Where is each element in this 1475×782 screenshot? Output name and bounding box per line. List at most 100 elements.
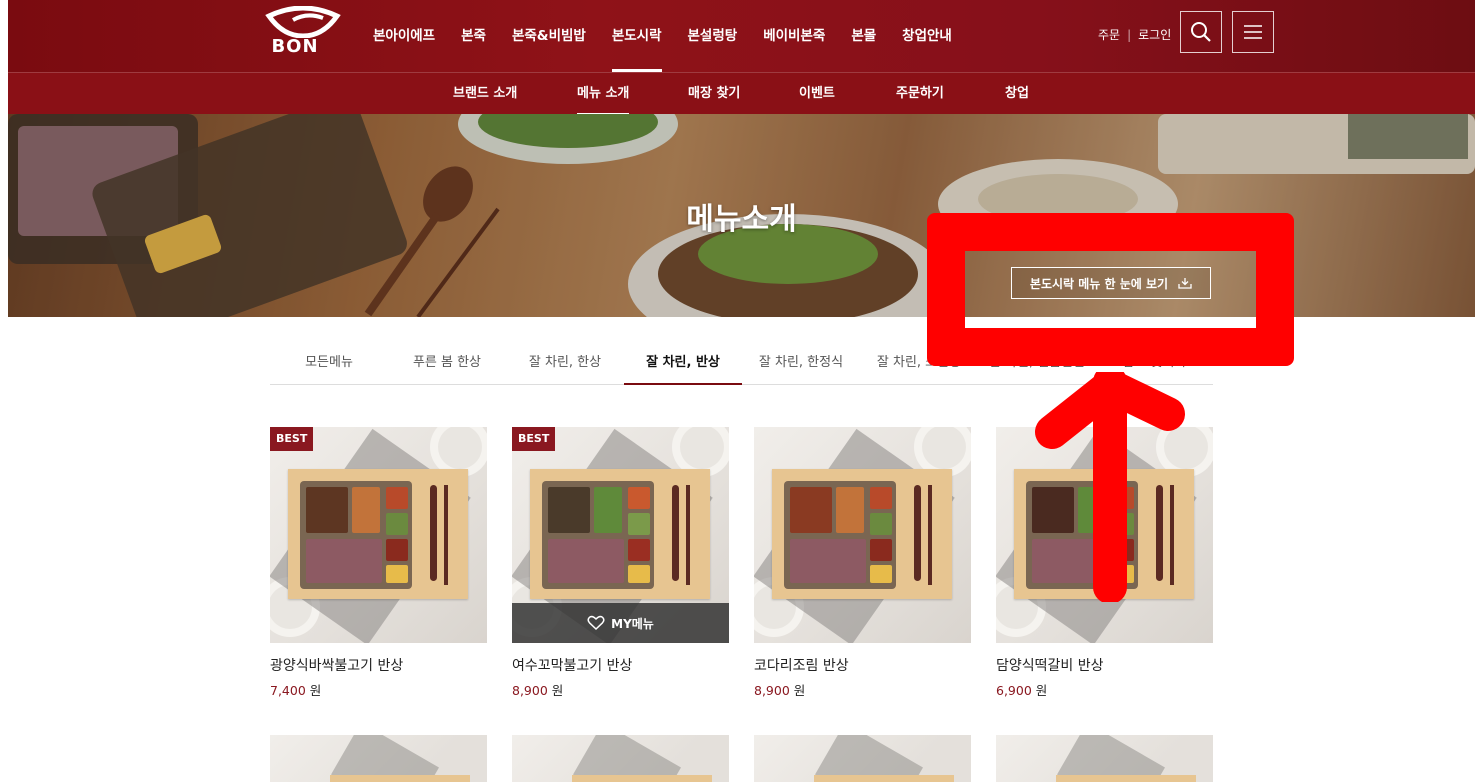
- product-name[interactable]: 코다리조림 반상: [754, 655, 971, 675]
- lunchbox: [542, 481, 654, 589]
- product-price: 8,900 원: [754, 680, 971, 699]
- tab-spring[interactable]: 푸른 봄 한상: [388, 340, 506, 384]
- product-price: 7,400 원: [270, 680, 487, 699]
- utility-links: 주문 | 로그인: [1098, 26, 1171, 43]
- food-cell: [870, 487, 892, 509]
- lunchbox-tray: [814, 775, 954, 782]
- sub-nav-franchise[interactable]: 창업: [1005, 73, 1029, 115]
- lunchbox-tray: [288, 469, 468, 599]
- food-cell: [836, 487, 864, 533]
- lunchbox-tray: [330, 775, 470, 782]
- tab-hanjeongsik[interactable]: 잘 차린, 한정식: [742, 340, 860, 384]
- search-button[interactable]: [1180, 11, 1222, 53]
- product-card-partial[interactable]: [512, 735, 729, 782]
- lunchbox-tray: [572, 775, 712, 782]
- hamburger-menu-icon: [1244, 25, 1262, 39]
- product-card[interactable]: 코다리조림 반상 8,900 원: [754, 427, 971, 699]
- annotation-arrow-icon: [1035, 372, 1185, 602]
- price-value: 7,400: [270, 683, 306, 698]
- product-card[interactable]: BEST 광양식바싹불고기 반상 7,400 원: [270, 427, 487, 699]
- rice-cell: [548, 539, 624, 583]
- gnb-item-bonjuk-bibimbap[interactable]: 본죽&비빔밥: [499, 0, 599, 72]
- my-menu-button[interactable]: MY메뉴: [512, 603, 729, 643]
- top-navigation-bar: BON 본아이에프 본죽 본죽&비빔밥 본도시락 본설렁탕 베이비본죽 본몰 창…: [8, 0, 1475, 72]
- sub-nav-order[interactable]: 주문하기: [896, 73, 944, 115]
- food-cell: [628, 487, 650, 509]
- sub-nav-brand[interactable]: 브랜드 소개: [453, 73, 517, 115]
- product-card-partial[interactable]: [754, 735, 971, 782]
- food-cell: [386, 565, 408, 583]
- food-cell: [628, 565, 650, 583]
- menu-button[interactable]: [1232, 11, 1274, 53]
- gnb-item-bondosirak[interactable]: 본도시락: [599, 0, 675, 72]
- food-cell: [870, 565, 892, 583]
- bon-logo[interactable]: BON: [263, 6, 343, 58]
- food-cell: [548, 487, 590, 533]
- food-cell: [594, 487, 622, 533]
- bowl-logo-icon: [265, 6, 341, 38]
- sub-nav-menu[interactable]: 메뉴 소개: [577, 73, 630, 115]
- food-cell: [790, 487, 832, 533]
- gnb-item-franchise[interactable]: 창업안내: [889, 0, 965, 72]
- gnb-item-bonif[interactable]: 본아이에프: [360, 0, 448, 72]
- price-currency: 원: [793, 683, 806, 698]
- best-badge: BEST: [512, 427, 556, 451]
- chopsticks: [444, 485, 448, 585]
- food-cell: [628, 513, 650, 535]
- chopsticks: [686, 485, 690, 585]
- tab-all[interactable]: 모든메뉴: [270, 340, 388, 384]
- annotation-highlight-box: [927, 213, 1294, 366]
- price-currency: 원: [551, 683, 564, 698]
- food-cell: [386, 487, 408, 509]
- page: BON 본아이에프 본죽 본죽&비빔밥 본도시락 본설렁탕 베이비본죽 본몰 창…: [8, 0, 1475, 782]
- lunchbox: [784, 481, 896, 589]
- gnb-item-bonmall[interactable]: 본몰: [838, 0, 889, 72]
- my-menu-label: MY메뉴: [611, 616, 654, 631]
- tab-bansang[interactable]: 잘 차린, 반상: [624, 340, 742, 385]
- gnb-item-bonjuk[interactable]: 본죽: [448, 0, 499, 72]
- food-cell: [352, 487, 380, 533]
- sub-nav-store[interactable]: 매장 찾기: [688, 73, 740, 115]
- product-name[interactable]: 여수꼬막불고기 반상: [512, 655, 729, 675]
- price-value: 8,900: [754, 683, 790, 698]
- product-name[interactable]: 광양식바싹불고기 반상: [270, 655, 487, 675]
- food-cell: [386, 513, 408, 535]
- product-card-partial[interactable]: [996, 735, 1213, 782]
- logo-text: BON: [271, 36, 319, 57]
- lunchbox: [300, 481, 412, 589]
- food-cell: [306, 487, 348, 533]
- price-value: 8,900: [512, 683, 548, 698]
- spoon: [672, 485, 679, 581]
- rice-cell: [790, 539, 866, 583]
- gnb-item-bonseolleongtang[interactable]: 본설렁탕: [675, 0, 751, 72]
- product-name[interactable]: 담양식떡갈비 반상: [996, 655, 1213, 675]
- best-badge: BEST: [270, 427, 314, 451]
- product-image[interactable]: BEST: [270, 427, 487, 643]
- spoon: [430, 485, 437, 581]
- food-cell: [870, 513, 892, 535]
- product-image[interactable]: [754, 427, 971, 643]
- gnb-item-baby-bonjuk[interactable]: 베이비본죽: [750, 0, 838, 72]
- lunchbox-tray: [772, 469, 952, 599]
- price-value: 6,900: [996, 683, 1032, 698]
- sub-nav-event[interactable]: 이벤트: [799, 73, 835, 115]
- lunchbox-tray: [530, 469, 710, 599]
- login-link[interactable]: 로그인: [1138, 26, 1171, 43]
- global-nav: 본아이에프 본죽 본죽&비빔밥 본도시락 본설렁탕 베이비본죽 본몰 창업안내: [360, 0, 965, 72]
- product-image[interactable]: BEST MY메뉴: [512, 427, 729, 643]
- tab-hansang[interactable]: 잘 차린, 한상: [506, 340, 624, 384]
- price-currency: 원: [1035, 683, 1048, 698]
- heart-icon: [587, 615, 605, 631]
- product-card[interactable]: BEST MY메뉴 여수꼬막불고기 반상 8,900 원: [512, 427, 729, 699]
- chopsticks: [928, 485, 932, 585]
- food-cell: [870, 539, 892, 561]
- lunchbox-tray: [1056, 775, 1196, 782]
- util-divider: |: [1127, 27, 1132, 42]
- search-icon: [1191, 22, 1211, 42]
- sub-navigation-bar: 브랜드 소개 메뉴 소개 매장 찾기 이벤트 주문하기 창업: [8, 72, 1475, 115]
- price-currency: 원: [309, 683, 322, 698]
- order-link[interactable]: 주문: [1098, 26, 1120, 43]
- spoon: [914, 485, 921, 581]
- product-card-partial[interactable]: [270, 735, 487, 782]
- rice-cell: [306, 539, 382, 583]
